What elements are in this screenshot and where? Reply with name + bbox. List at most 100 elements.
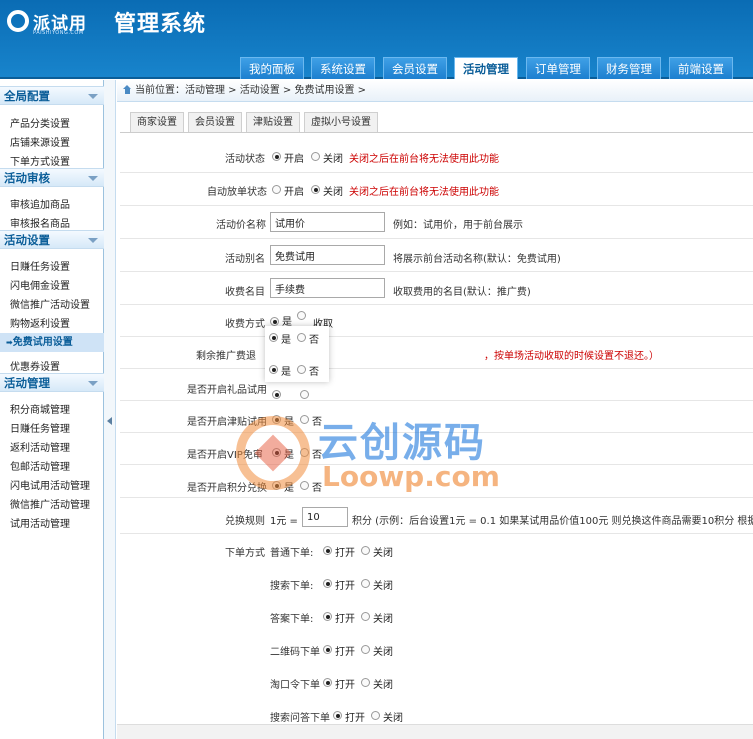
sidebar-item-cashback-settings[interactable]: 购物返利设置: [10, 315, 70, 330]
sidebar-group-activity-settings[interactable]: 活动设置: [0, 230, 104, 249]
sidebar-item-trial-mgmt[interactable]: 试用活动管理: [10, 515, 70, 530]
radio-label: 打开: [335, 680, 355, 691]
popup-radio-no[interactable]: [297, 333, 306, 342]
hint-text: 例如：试用价，用于前台展示: [393, 220, 523, 231]
warning-text: ，按单场活动收取的时候设置不退还。）: [484, 351, 659, 362]
radio-label: 关闭: [323, 154, 343, 165]
nav-order-management[interactable]: 订单管理: [526, 57, 590, 79]
nav-frontend-settings[interactable]: 前端设置: [669, 57, 733, 79]
radio-answer-order-close[interactable]: [361, 612, 370, 621]
sidebar-item-free-shipping-mgmt[interactable]: 包邮活动管理: [10, 458, 70, 473]
logo-subtext: PAISHIYONG.COM: [33, 30, 84, 36]
sidebar-item-daily-task-mgmt[interactable]: 日赚任务管理: [10, 420, 70, 435]
radio-label: 开启: [284, 187, 304, 198]
radio-label: 关闭: [323, 187, 343, 198]
tab-allowance-settings[interactable]: 津贴设置: [246, 112, 300, 132]
radio-vip-no[interactable]: [300, 448, 309, 457]
sidebar-item-points-mall[interactable]: 积分商城管理: [10, 401, 70, 416]
popup-radio-yes[interactable]: [269, 333, 278, 342]
chevron-left-icon: [107, 417, 112, 425]
nav-finance-management[interactable]: 财务管理: [597, 57, 661, 79]
radio-normal-order-close[interactable]: [361, 546, 370, 555]
radio-points-yes[interactable]: [272, 481, 281, 490]
radio-label: 开启: [284, 154, 304, 165]
tab-member-settings[interactable]: 会员设置: [188, 112, 242, 132]
sidebar-item-coupon-settings[interactable]: 优惠券设置: [10, 358, 60, 373]
sidebar-item-audit-append[interactable]: 审核追加商品: [10, 196, 70, 211]
radio-qrcode-order-open[interactable]: [323, 645, 332, 654]
sidebar-item-daily-task-settings[interactable]: 日赚任务设置: [10, 258, 70, 273]
sidebar-item-flash-commission[interactable]: 闪电佣金设置: [10, 277, 70, 292]
home-icon: [123, 85, 132, 94]
radio-normal-order-open[interactable]: [323, 546, 332, 555]
label-fee-method: 收费方式: [225, 319, 265, 330]
radio-label: 是: [281, 335, 291, 346]
radio-taokouling-order-open[interactable]: [323, 678, 332, 687]
sidebar-group-audit[interactable]: 活动审核: [0, 168, 104, 187]
popup-radio-yes[interactable]: [269, 365, 278, 374]
breadcrumb-text: 当前位置：活动管理 > 活动设置 > 免费试用设置 >: [135, 85, 367, 96]
sidebar-group-activity-management[interactable]: 活动管理: [0, 373, 104, 392]
sidebar-item-flash-trial-mgmt[interactable]: 闪电试用活动管理: [10, 477, 90, 492]
order-method-name: 搜索问答下单: [270, 713, 330, 724]
radio-search-order-close[interactable]: [361, 579, 370, 588]
sidebar-item-category[interactable]: 产品分类设置: [10, 115, 70, 130]
sidebar-item-shop-source[interactable]: 店铺来源设置: [10, 134, 70, 149]
breadcrumb: 当前位置：活动管理 > 活动设置 > 免费试用设置 >: [117, 80, 753, 102]
radio-activity-status-on[interactable]: [272, 152, 281, 161]
sidebar-item-wechat-promo-mgmt[interactable]: 微信推广活动管理: [10, 496, 90, 511]
radio-taokouling-order-close[interactable]: [361, 678, 370, 687]
order-method-name: 答案下单:: [270, 614, 314, 625]
radio-options-popup: 是 否 是 否: [265, 326, 329, 382]
radio-search-order-open[interactable]: [323, 579, 332, 588]
radio-fee-method[interactable]: [270, 317, 279, 326]
radio-label: 否: [309, 367, 319, 378]
arrow-right-icon: ➡: [6, 338, 13, 347]
tab-merchant-settings[interactable]: 商家设置: [130, 112, 184, 132]
radio-auto-release-off[interactable]: [311, 185, 320, 194]
sidebar-collapse-handle[interactable]: [104, 80, 116, 739]
radio-gift-trial-yes[interactable]: [272, 390, 281, 399]
nav-dashboard[interactable]: 我的面板: [240, 57, 304, 79]
radio-label: 关闭: [373, 614, 393, 625]
radio-activity-status-off[interactable]: [311, 152, 320, 161]
radio-label: 关闭: [373, 680, 393, 691]
radio-answer-order-open[interactable]: [323, 612, 332, 621]
radio-allowance-no[interactable]: [300, 415, 309, 424]
sidebar-group-global[interactable]: 全局配置: [0, 86, 104, 105]
sidebar-item-free-trial-settings[interactable]: ➡免费试用设置: [0, 333, 104, 352]
logo-icon: [7, 10, 29, 32]
sidebar-group-title: 活动管理: [4, 376, 50, 390]
radio-label: 是: [284, 450, 294, 461]
radio-label: 是: [284, 417, 294, 428]
tab-virtual-account-settings[interactable]: 虚拟小号设置: [304, 112, 378, 132]
sidebar-item-cashback-mgmt[interactable]: 返利活动管理: [10, 439, 70, 454]
sidebar-item-wechat-promo-settings[interactable]: 微信推广活动设置: [10, 296, 90, 311]
label-auto-release: 自动放单状态: [207, 187, 267, 198]
radio-search-qa-order-close[interactable]: [371, 711, 380, 720]
radio-search-qa-order-open[interactable]: [333, 711, 342, 720]
exchange-rate-input[interactable]: [302, 507, 348, 527]
radio-gift-trial-no[interactable]: [300, 390, 309, 399]
radio-fee-method-alt[interactable]: [297, 311, 306, 320]
radio-label: 关闭: [373, 581, 393, 592]
collapse-triangle-icon: [88, 381, 98, 386]
popup-radio-no[interactable]: [297, 365, 306, 374]
nav-member-settings[interactable]: 会员设置: [383, 57, 447, 79]
radio-allowance-yes[interactable]: [272, 415, 281, 424]
fee-name-input[interactable]: [270, 278, 385, 298]
radio-label: 关闭: [383, 713, 403, 724]
radio-qrcode-order-close[interactable]: [361, 645, 370, 654]
sidebar-item-audit-signup[interactable]: 审核报名商品: [10, 215, 70, 230]
sidebar-item-order-method[interactable]: 下单方式设置: [10, 153, 70, 168]
radio-points-no[interactable]: [300, 481, 309, 490]
activity-alias-input[interactable]: [270, 245, 385, 265]
radio-auto-release-on[interactable]: [272, 185, 281, 194]
radio-vip-yes[interactable]: [272, 448, 281, 457]
nav-system-settings[interactable]: 系统设置: [311, 57, 375, 79]
label-vip-free-review: 是否开启VIP免审: [187, 450, 263, 461]
activity-price-name-input[interactable]: [270, 212, 385, 232]
nav-activity-management[interactable]: 活动管理: [454, 57, 518, 79]
label-activity-status: 活动状态: [225, 154, 265, 165]
radio-label: 否: [312, 483, 322, 494]
